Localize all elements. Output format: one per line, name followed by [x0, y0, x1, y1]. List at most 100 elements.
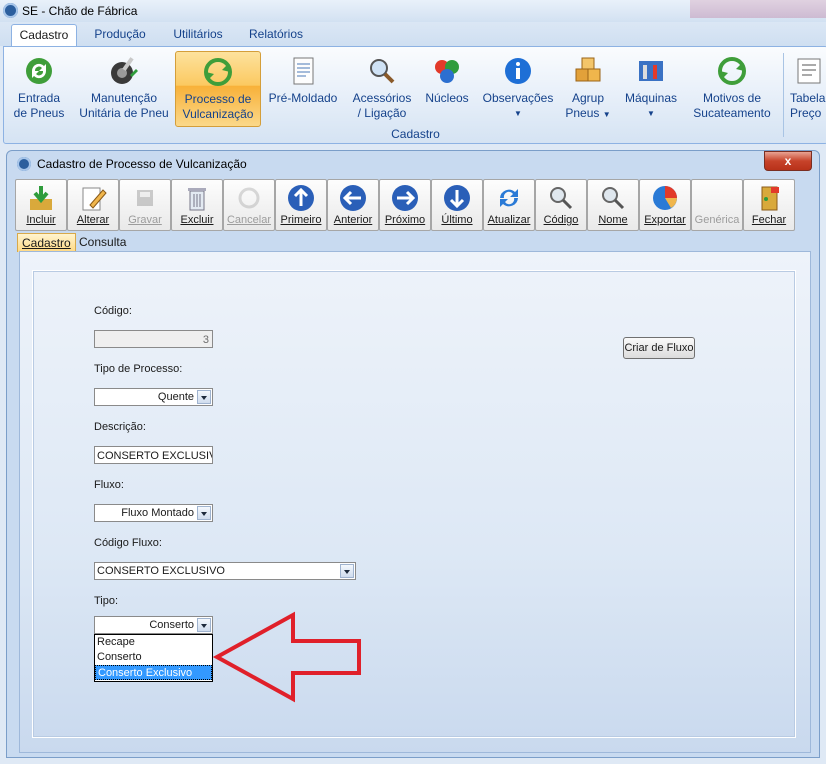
- ribbon-tab-cadastro[interactable]: Cadastro: [11, 24, 77, 46]
- codigo-fluxo-label: Código Fluxo:: [94, 537, 162, 549]
- close-window-button[interactable]: x: [764, 151, 812, 171]
- fluxo-label: Fluxo:: [94, 479, 124, 491]
- ribbon-label: Agrup Pneus: [565, 91, 605, 120]
- arrow-up-icon: [288, 185, 314, 211]
- pie-chart-icon: [653, 186, 677, 210]
- tab-cadastro[interactable]: Cadastro: [17, 233, 76, 252]
- entrada-pneus-button[interactable]: Entrada de Pneus: [10, 51, 68, 125]
- color-balls-icon: [435, 60, 459, 83]
- ribbon-tab-utilitarios[interactable]: Utilitários: [166, 24, 230, 45]
- codigo-label: Código:: [94, 305, 132, 317]
- ribbon-label: Tabela Preço: [790, 91, 826, 120]
- ribbon-tab-strip: Cadastro Produção Utilitários Relatórios: [0, 22, 826, 46]
- info-icon: [505, 58, 531, 84]
- codigo-field[interactable]: 3: [94, 330, 213, 348]
- descricao-label: Descrição:: [94, 421, 146, 433]
- dropdown-option-conserto-exclusivo[interactable]: Conserto Exclusivo: [95, 665, 212, 680]
- chevron-down-icon: ▼: [602, 110, 611, 119]
- window-controls[interactable]: [690, 0, 826, 18]
- gravar-button[interactable]: Gravar: [119, 179, 171, 231]
- window-title-bar: Cadastro de Processo de Vulcanização x: [7, 151, 819, 177]
- arrow-right-icon: [392, 185, 418, 211]
- anterior-button[interactable]: Anterior: [327, 179, 379, 231]
- ribbon-tab-producao[interactable]: Produção: [86, 24, 154, 45]
- app-title-bar: SE - Chão de Fábrica: [0, 0, 826, 22]
- codigo-search-button[interactable]: Código: [535, 179, 587, 231]
- ribbon-label: Núcleos: [425, 91, 469, 105]
- ribbon-separator: [783, 53, 784, 137]
- chevron-down-icon[interactable]: [197, 618, 211, 632]
- nome-search-button[interactable]: Nome: [587, 179, 639, 231]
- ribbon-label: Pré-Moldado: [268, 91, 338, 105]
- observacoes-button[interactable]: Observações ▼: [480, 51, 556, 125]
- ribbon-label: Máquinas: [624, 91, 678, 105]
- exportar-button[interactable]: Exportar: [639, 179, 691, 231]
- generica-button[interactable]: Genérica: [691, 179, 743, 231]
- recycle-green-icon: [26, 58, 52, 84]
- form-tab-strip: Cadastro Consulta: [17, 233, 317, 252]
- tab-consulta[interactable]: Consulta: [75, 233, 130, 251]
- document-icon: [293, 57, 314, 85]
- refresh-icon: [500, 189, 518, 207]
- process-window: Cadastro de Processo de Vulcanização x I…: [6, 150, 820, 758]
- motivos-sucateamento-button[interactable]: Motivos de Sucateamento: [688, 51, 776, 125]
- excluir-button[interactable]: Excluir: [171, 179, 223, 231]
- cancel-icon: [238, 187, 260, 209]
- chevron-down-icon[interactable]: [197, 506, 211, 520]
- ribbon-group-label: Cadastro: [391, 127, 440, 141]
- ribbon-label: Observações: [482, 91, 554, 105]
- tipo-label: Tipo:: [94, 595, 119, 607]
- generic-icon: [702, 183, 732, 213]
- acessorios-ligacao-button[interactable]: Acessórios / Ligação: [348, 51, 416, 125]
- window-title: Cadastro de Processo de Vulcanização: [37, 157, 247, 171]
- tire-repair-icon: [111, 57, 138, 84]
- dropdown-option-conserto[interactable]: Conserto: [95, 650, 212, 665]
- pre-moldado-button[interactable]: Pré-Moldado: [264, 51, 342, 125]
- primeiro-button[interactable]: Primeiro: [275, 179, 327, 231]
- app-title: SE - Chão de Fábrica: [22, 4, 138, 18]
- fechar-button[interactable]: Fechar: [743, 179, 795, 231]
- cancelar-button[interactable]: Cancelar: [223, 179, 275, 231]
- ultimo-button[interactable]: Último: [431, 179, 483, 231]
- processo-vulcanizacao-button[interactable]: Processo de Vulcanização: [175, 51, 261, 127]
- nucleos-button[interactable]: Núcleos: [420, 51, 474, 125]
- ribbon-label: Acessórios / Ligação: [352, 91, 412, 120]
- incluir-button[interactable]: Incluir: [15, 179, 67, 231]
- fluxo-select[interactable]: Fluxo Montado: [94, 504, 213, 522]
- chevron-down-icon[interactable]: [340, 564, 354, 578]
- ribbon-label: Motivos de Sucateamento: [693, 91, 771, 120]
- maquinas-button[interactable]: Máquinas ▼: [620, 51, 682, 125]
- descricao-field[interactable]: CONSERTO EXCLUSIVO: [94, 446, 213, 464]
- save-icon: [137, 190, 153, 206]
- codigo-fluxo-select[interactable]: CONSERTO EXCLUSIVO: [94, 562, 356, 580]
- app-icon: [3, 3, 18, 18]
- manutencao-pneu-button[interactable]: Manutenção Unitária de Pneu: [78, 51, 170, 125]
- atualizar-button[interactable]: Atualizar: [483, 179, 535, 231]
- record-toolbar: Incluir Alterar Gravar Excluir Cancelar …: [15, 179, 811, 231]
- form-panel: Código: 3 Tipo de Processo: Quente Descr…: [19, 251, 811, 753]
- search-code-icon: [550, 187, 573, 210]
- trash-icon: [188, 188, 206, 211]
- recycle-scrap-icon: [718, 57, 746, 85]
- dropdown-option-recape[interactable]: Recape: [95, 635, 212, 650]
- proximo-button[interactable]: Próximo: [379, 179, 431, 231]
- tipo-processo-select[interactable]: Quente: [94, 388, 213, 406]
- arrow-down-icon: [444, 185, 470, 211]
- criar-fluxo-button[interactable]: Criar de Fluxo: [623, 337, 695, 359]
- agrup-pneus-button[interactable]: Agrup Pneus ▼: [560, 51, 616, 125]
- chevron-down-icon: ▼: [514, 109, 522, 118]
- ribbon-label: Processo de Vulcanização: [182, 92, 254, 121]
- pencil-icon: [82, 187, 107, 211]
- alterar-button[interactable]: Alterar: [67, 179, 119, 231]
- magnifier-connection-icon: [370, 59, 395, 84]
- search-name-icon: [602, 187, 625, 210]
- form-inner-panel: Código: 3 Tipo de Processo: Quente Descr…: [32, 270, 796, 738]
- ribbon-tab-relatorios[interactable]: Relatórios: [242, 24, 310, 45]
- tipo-select[interactable]: Conserto: [94, 616, 213, 634]
- tabela-preco-button[interactable]: Tabela Preço: [790, 51, 826, 125]
- chevron-down-icon: ▼: [647, 109, 655, 118]
- price-table-icon: [797, 58, 821, 84]
- tools-icon: [639, 61, 663, 81]
- annotation-arrow-icon: [213, 611, 361, 703]
- chevron-down-icon[interactable]: [197, 390, 211, 404]
